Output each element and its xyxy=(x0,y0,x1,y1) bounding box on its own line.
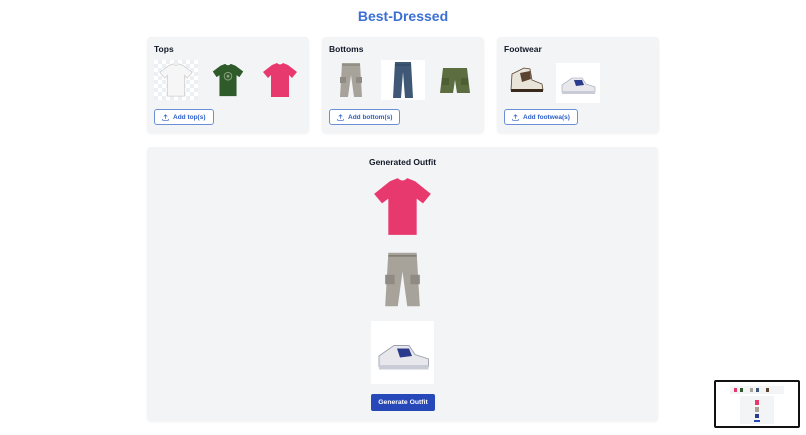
app-title: Best-Dressed xyxy=(357,8,449,24)
tops-item-white-tshirt[interactable] xyxy=(154,60,198,100)
add-bottoms-label: Add bottom(s) xyxy=(348,113,393,121)
outfit-bottom xyxy=(371,248,434,311)
grey-cargo-pants-icon xyxy=(385,252,420,307)
add-tops-label: Add top(s) xyxy=(173,113,206,121)
outfit-top xyxy=(371,175,434,238)
generated-outfit-title: Generated Outfit xyxy=(368,157,437,167)
tops-card: Tops Add top(s) xyxy=(147,37,309,133)
upload-icon xyxy=(512,113,519,121)
footwear-item-low-sneaker[interactable] xyxy=(556,63,600,103)
footwear-card: Footwear Add footwea(s) xyxy=(497,37,659,133)
bottoms-item-jeans[interactable] xyxy=(381,60,425,100)
generated-outfit-card: Generated Outfit Generate Outfit xyxy=(147,147,658,421)
brown-high-top-sneaker-icon xyxy=(510,67,544,92)
green-graphic-tshirt-icon xyxy=(212,63,244,97)
footwear-item-high-top[interactable] xyxy=(504,60,548,100)
add-bottoms-button[interactable]: Add bottom(s) xyxy=(329,109,401,125)
pink-tshirt-icon xyxy=(263,63,297,97)
tops-title: Tops xyxy=(154,44,174,54)
bottoms-card: Bottoms Add bottom(s) xyxy=(322,37,484,133)
bottoms-title: Bottoms xyxy=(329,44,364,54)
add-footwear-button[interactable]: Add footwea(s) xyxy=(504,109,578,125)
footwear-title: Footwear xyxy=(504,44,542,54)
upload-icon xyxy=(162,113,169,121)
page-minimap[interactable] xyxy=(714,380,800,428)
grey-cargo-pants-icon xyxy=(340,63,362,97)
tops-item-pink-tshirt[interactable] xyxy=(258,60,302,100)
blue-jeans-icon xyxy=(393,62,413,98)
minimap-preview xyxy=(730,386,784,424)
tops-item-green-tshirt[interactable] xyxy=(206,60,250,100)
add-tops-button[interactable]: Add top(s) xyxy=(154,109,214,125)
bottoms-item-cargo-shorts[interactable] xyxy=(433,60,477,100)
white-navy-sneaker-icon xyxy=(378,344,429,369)
outfit-footwear xyxy=(371,321,434,384)
white-tshirt-icon xyxy=(159,63,193,97)
olive-cargo-shorts-icon xyxy=(440,68,470,93)
white-navy-sneaker-icon xyxy=(561,77,596,94)
pink-tshirt-icon xyxy=(374,178,431,235)
add-footwear-label: Add footwea(s) xyxy=(523,113,570,121)
upload-icon xyxy=(337,113,344,121)
bottoms-item-cargo-pants[interactable] xyxy=(329,60,373,100)
generate-outfit-button[interactable]: Generate Outfit xyxy=(371,394,435,411)
